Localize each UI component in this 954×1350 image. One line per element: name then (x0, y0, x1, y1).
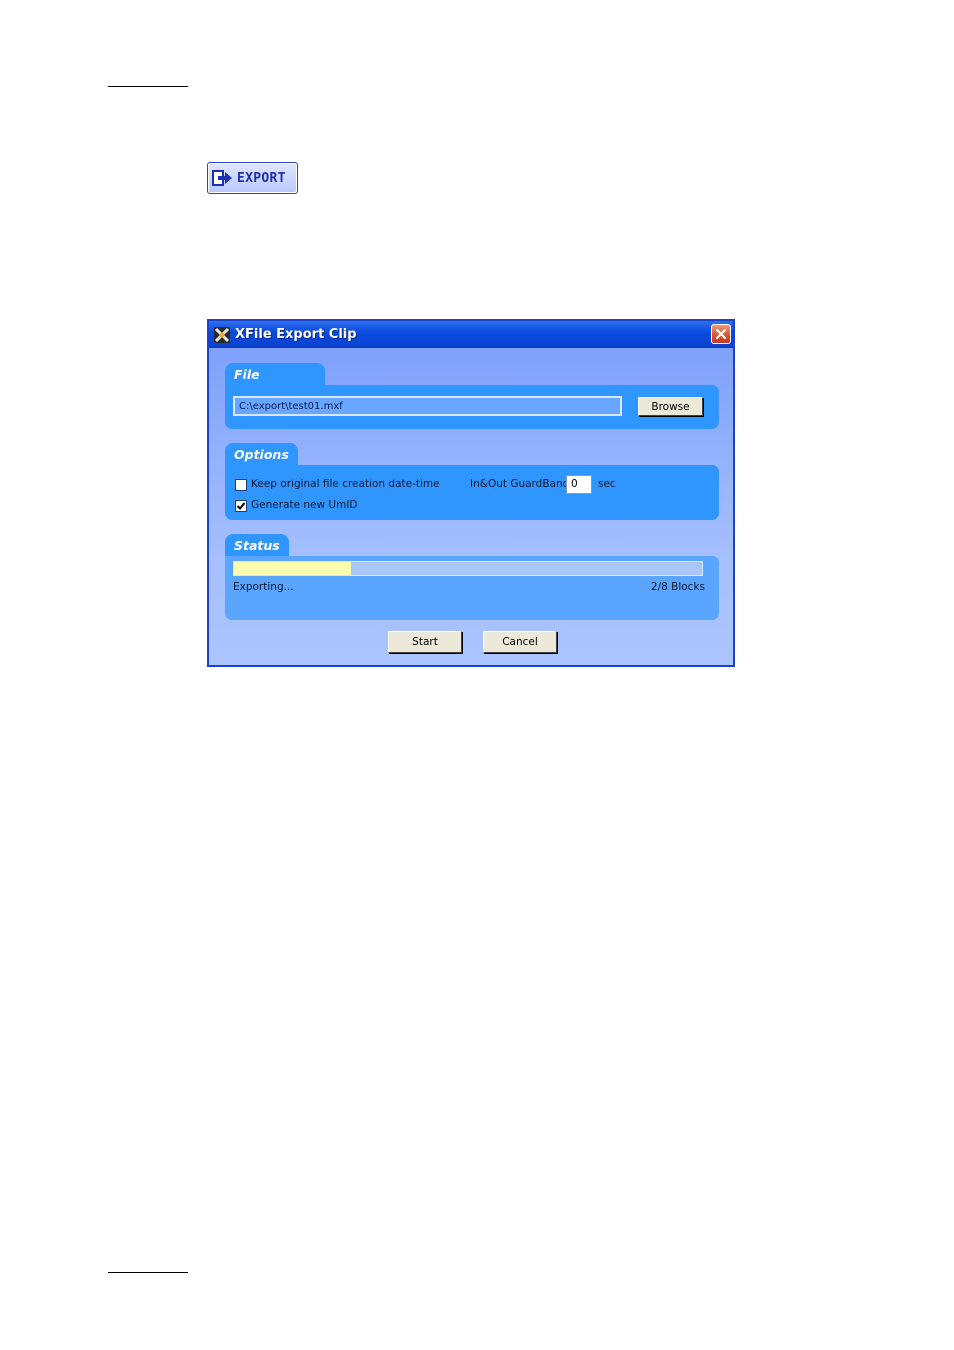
export-clip-window: XFile Export Clip File Destination C:\ex… (207, 319, 735, 667)
header-rule (108, 86, 188, 87)
window-title: XFile Export Clip (235, 327, 357, 342)
file-destination-panel: C:\export\test01.mxf Browse (225, 385, 719, 429)
blocks-count: 2/8 Blocks (650, 581, 705, 593)
status-text: Exporting... (233, 581, 294, 593)
cancel-button[interactable]: Cancel (483, 631, 557, 653)
keep-date-checkbox[interactable] (235, 479, 247, 491)
keep-date-label: Keep original file creation date-time (251, 478, 440, 490)
export-button-label: EXPORT (237, 170, 286, 186)
generate-umid-label: Generate new UmID (251, 499, 358, 511)
close-icon (715, 328, 727, 340)
options-tab: Options (225, 443, 298, 465)
export-progress-fill (234, 562, 351, 575)
guardband-unit: sec (598, 478, 616, 490)
status-tab: Status (225, 534, 289, 556)
start-button[interactable]: Start (388, 631, 462, 653)
destination-path-input[interactable]: C:\export\test01.mxf (233, 396, 622, 416)
status-panel: Exporting... 2/8 Blocks (225, 556, 719, 620)
footer-rule (108, 1272, 188, 1273)
options-panel: Keep original file creation date-time In… (225, 465, 719, 520)
export-icon (212, 170, 232, 186)
browse-button[interactable]: Browse (638, 397, 703, 416)
export-progress-bar (233, 561, 703, 576)
guardband-input[interactable]: 0 (566, 475, 592, 494)
generate-umid-checkbox[interactable] (235, 500, 247, 512)
title-bar[interactable]: XFile Export Clip (209, 321, 733, 348)
checkmark-icon (236, 502, 246, 510)
guardband-label: In&Out GuardBand (470, 478, 570, 490)
close-button[interactable] (711, 324, 731, 344)
file-destination-tab: File Destination (225, 363, 325, 406)
xfile-app-icon (214, 326, 230, 343)
export-button[interactable]: EXPORT (207, 162, 298, 194)
